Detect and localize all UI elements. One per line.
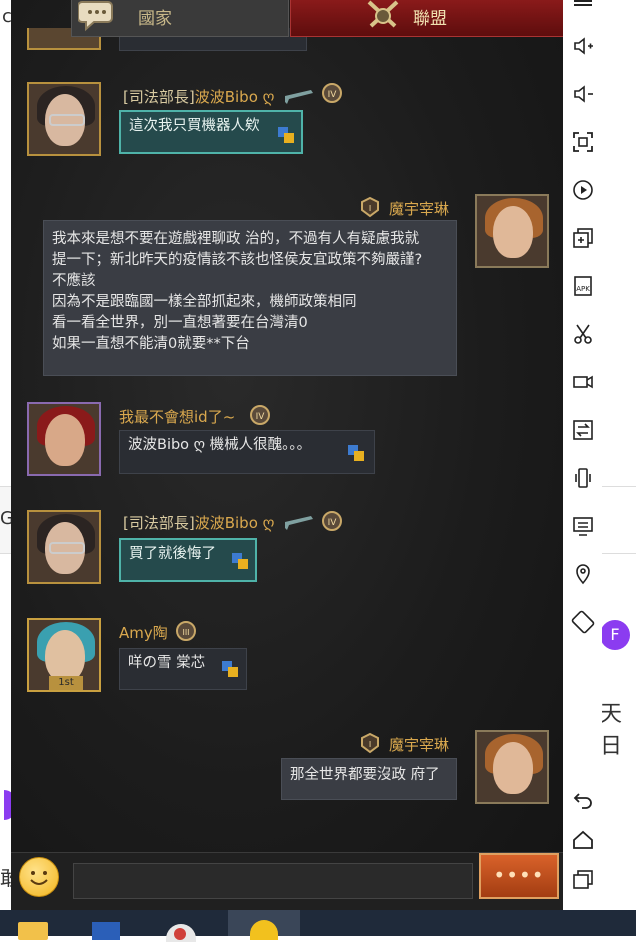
- avatar[interactable]: [27, 82, 101, 156]
- crossed-swords-icon: [367, 0, 399, 28]
- message-bubble: 那全世界都要沒政 府了: [281, 758, 457, 800]
- chat-message-own: I 魔宇宰琳 那全世界都要沒政 府了: [41, 728, 551, 808]
- svg-text:I: I: [369, 740, 371, 749]
- chat-input[interactable]: [73, 863, 473, 899]
- message-bubble: 波波Bibo ღ 機械人很醜。。。: [119, 430, 375, 474]
- sender-name: Amy陶: [119, 624, 168, 642]
- tab-country[interactable]: 國家: [71, 0, 289, 37]
- avatar[interactable]: 1st: [27, 618, 101, 692]
- keyboard-icon[interactable]: [571, 514, 595, 538]
- emoji-button[interactable]: [19, 857, 59, 897]
- record-icon[interactable]: [571, 178, 595, 202]
- rank-badge-icon: III: [176, 621, 196, 641]
- message-bubble: 我本來是想不要在遊戲裡聊政 治的，不過有人有疑慮我就 提一下；新北昨天的疫情該不…: [43, 220, 457, 376]
- svg-text:IV: IV: [328, 90, 338, 100]
- file-explorer-icon[interactable]: [14, 914, 54, 940]
- volume-down-icon[interactable]: [571, 82, 595, 106]
- location-icon[interactable]: [571, 562, 595, 586]
- tab-alliance-label: 聯盟: [413, 9, 447, 29]
- multi-instance-icon[interactable]: [571, 226, 595, 250]
- rifle-icon: [285, 90, 313, 104]
- shake-icon[interactable]: [571, 466, 595, 490]
- word-icon[interactable]: [88, 914, 128, 940]
- install-apk-icon[interactable]: APK: [571, 274, 595, 298]
- game-chat-window: 國家 聯盟 [司法部長]波波Bibo ღ IV 這次我只買機器人欸 I 魔宇宰琳…: [11, 0, 563, 910]
- tab-country-label: 國家: [138, 9, 172, 29]
- send-button[interactable]: ••••: [479, 853, 559, 899]
- sender-name: [司法部長]波波Bibo ღ: [123, 88, 275, 106]
- avatar[interactable]: [475, 730, 549, 804]
- rifle-icon: [285, 516, 313, 530]
- sender-name: 魔宇宰琳: [389, 736, 450, 754]
- menu-icon[interactable]: [571, 0, 595, 14]
- rank-badge-icon: IV: [322, 83, 342, 103]
- video-icon[interactable]: [571, 370, 595, 394]
- chat-message: 我最不會想id了~ IV 波波Bibo ღ 機械人很醜。。。: [27, 402, 547, 482]
- back-icon[interactable]: [571, 788, 595, 812]
- translate-icon[interactable]: [277, 126, 295, 144]
- avatar[interactable]: [27, 402, 101, 476]
- chat-message: [司法部長]波波Bibo ღ IV 買了就後悔了: [27, 510, 547, 590]
- svg-text:IV: IV: [328, 518, 338, 528]
- chat-bubble-icon: [78, 1, 113, 32]
- emulator-taskbar-icon[interactable]: [228, 910, 300, 940]
- smiley-icon: [30, 871, 48, 885]
- chat-input-bar: ••••: [11, 852, 563, 910]
- translate-icon[interactable]: [231, 552, 249, 570]
- fullscreen-icon[interactable]: [571, 130, 595, 154]
- background-text-fragment: 天日: [600, 702, 623, 759]
- avatar[interactable]: [475, 194, 549, 268]
- sync-icon[interactable]: [571, 418, 595, 442]
- avatar[interactable]: [27, 510, 101, 584]
- rank-badge-icon: IV: [250, 405, 270, 425]
- svg-text:APK: APK: [576, 285, 590, 293]
- sender-name: 我最不會想id了~: [119, 408, 236, 426]
- volume-up-icon[interactable]: [571, 34, 595, 58]
- taskbar: [0, 910, 636, 942]
- rank-badge-icon: I: [361, 196, 379, 218]
- recent-apps-icon[interactable]: [571, 868, 595, 892]
- chat-message: 1st Amy陶 III 咩の雪 棠芯: [27, 618, 547, 698]
- sender-name: 魔宇宰琳: [389, 200, 450, 218]
- message-bubble: 這次我只買機器人欸: [119, 110, 303, 154]
- svg-text:III: III: [182, 628, 189, 637]
- channel-tab-bar: 國家 聯盟: [11, 0, 563, 38]
- background-avatar: F: [600, 620, 630, 650]
- background-card: [600, 486, 636, 554]
- svg-text:I: I: [369, 204, 371, 213]
- app-icon[interactable]: [162, 914, 202, 942]
- scissors-icon[interactable]: [571, 322, 595, 346]
- translate-icon[interactable]: [221, 660, 239, 678]
- chat-message-own: I 魔宇宰琳 我本來是想不要在遊戲裡聊政 治的，不過有人有疑慮我就 提一下；新北…: [41, 192, 551, 382]
- home-icon[interactable]: [571, 828, 595, 852]
- chat-message: [司法部長]波波Bibo ღ IV 這次我只買機器人欸: [27, 82, 547, 162]
- rank-badge-icon: I: [361, 732, 379, 754]
- rank-badge-icon: IV: [322, 511, 342, 531]
- emulator-toolbar: APK: [563, 0, 602, 910]
- svg-text:IV: IV: [256, 412, 266, 422]
- translate-icon[interactable]: [347, 444, 365, 462]
- tab-alliance[interactable]: 聯盟: [290, 0, 563, 37]
- sender-name: [司法部長]波波Bibo ღ: [123, 514, 275, 532]
- rotate-icon[interactable]: [571, 610, 595, 634]
